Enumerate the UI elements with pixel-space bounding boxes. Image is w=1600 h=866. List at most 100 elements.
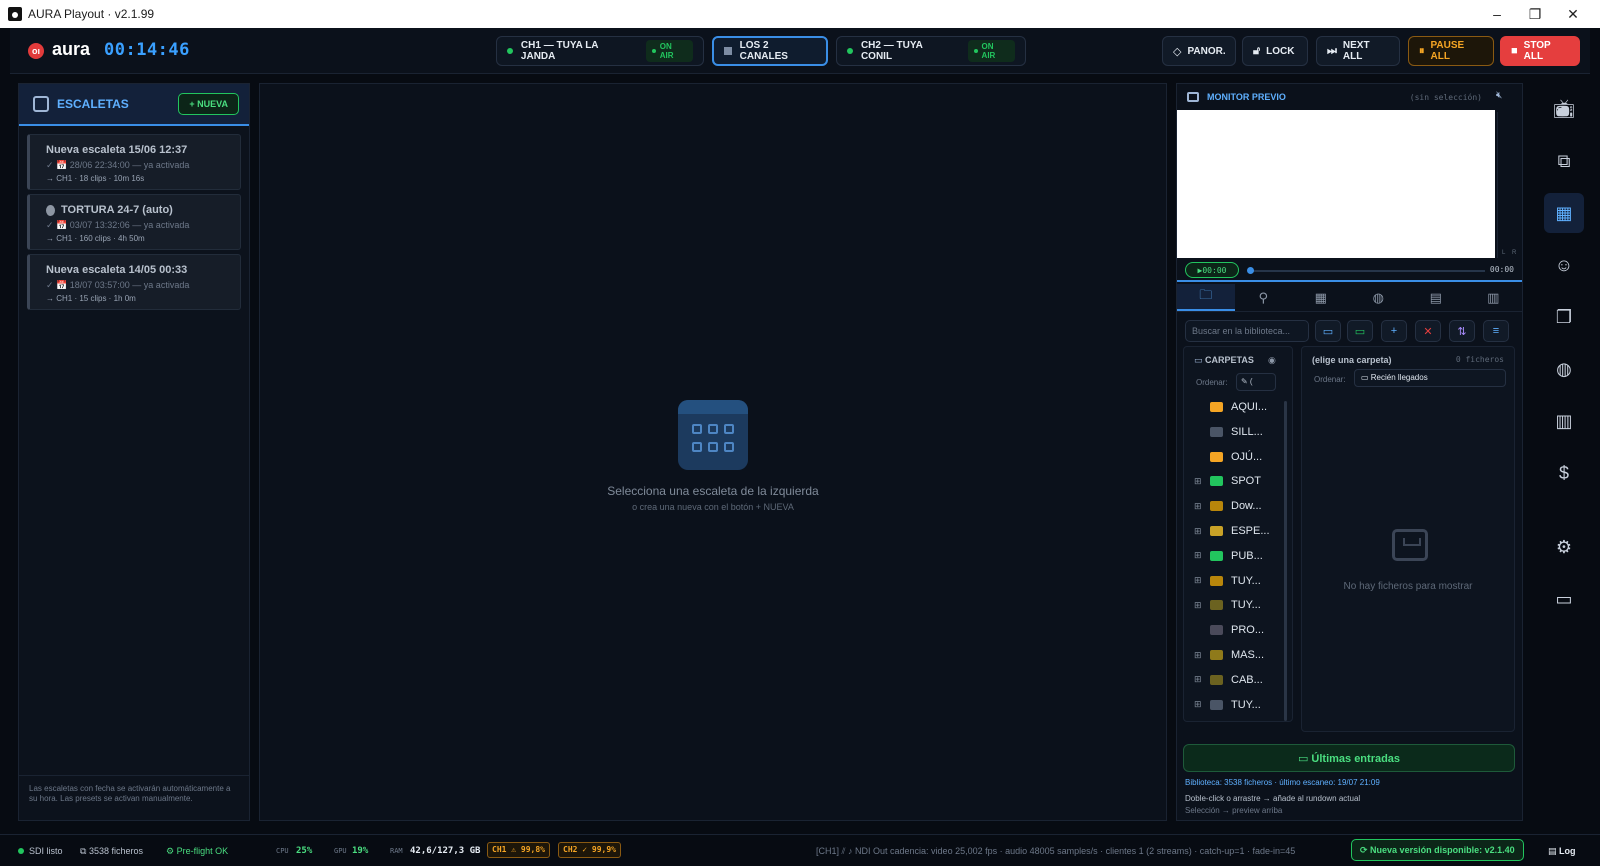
pause-all-button[interactable]: ⏸ PAUSE ALL	[1408, 36, 1494, 66]
sidebar-windows-icon[interactable]: ❐	[1544, 297, 1584, 337]
expand-icon[interactable]: ⊞	[1194, 699, 1204, 710]
folder-item[interactable]: OJÚ...	[1194, 447, 1284, 467]
escaleta-item[interactable]: Nueva escaleta 14/05 00:33 ✓ 📅 18/07 03:…	[27, 254, 241, 310]
folder-item[interactable]: ⊞ ESPE...	[1194, 521, 1284, 541]
tab-palette-icon[interactable]: ◍	[1350, 284, 1408, 311]
tab-calculator-icon[interactable]: ▤	[1407, 284, 1465, 311]
folder-name: CAB...	[1231, 673, 1263, 686]
no-files-message: No hay ficheros para mostrar	[1343, 581, 1473, 592]
sidebar-robot-icon[interactable]: ☺	[1544, 245, 1584, 285]
mute-icon[interactable]: 🔇︎	[1496, 90, 1510, 104]
sidebar-tv-icon[interactable]: 📺︎	[1544, 89, 1584, 129]
folder-item[interactable]: ⊞ PUB...	[1194, 546, 1284, 566]
sidebar-stats-icon[interactable]: ▥	[1544, 401, 1584, 441]
expand-icon[interactable]: ⊞	[1194, 674, 1204, 685]
both-channels-button[interactable]: LOS 2 CANALES	[712, 36, 828, 66]
seek-handle[interactable]	[1247, 267, 1254, 274]
gpu-label: GPU	[334, 847, 347, 855]
folder-name: AQUI...	[1231, 401, 1268, 413]
folder-item[interactable]: ⊞ SPOT	[1194, 471, 1284, 491]
tab-folders-icon[interactable]: 🗀	[1177, 284, 1235, 311]
expand-icon[interactable]: ⊞	[1194, 550, 1204, 561]
escaleta-title: Nueva escaleta 14/05 00:33	[46, 264, 188, 276]
stop-all-button[interactable]: ■ STOP ALL	[1500, 36, 1580, 66]
preview-video[interactable]	[1177, 110, 1495, 258]
calendar-icon	[33, 96, 49, 112]
library-search-input[interactable]: Buscar en la biblioteca...	[1185, 320, 1309, 342]
sidebar-calendar-icon[interactable]: ▦	[1544, 193, 1584, 233]
folder-icon	[1210, 550, 1223, 561]
expand-icon[interactable]: ⊞	[1194, 650, 1204, 661]
folder-name: PUB...	[1231, 549, 1263, 562]
escaleta-item[interactable]: Nueva escaleta 15/06 12:37 ✓ 📅 28/06 22:…	[27, 134, 241, 190]
folder-name: ESPE...	[1231, 525, 1270, 537]
window-title: AURA Playout · v2.1.99	[28, 7, 155, 21]
folder-icon	[1210, 625, 1223, 636]
tab-stats-icon[interactable]: ▥	[1465, 284, 1523, 311]
tab-grid-icon[interactable]: ▦	[1292, 284, 1350, 311]
lock-icon: 🔓︎	[1253, 44, 1261, 57]
folder-icon	[1210, 402, 1223, 412]
new-version-button[interactable]: ⟳ Nueva versión disponible: v2.1.40	[1351, 839, 1524, 861]
channel-ch1-button[interactable]: CH1 — TUYA LA JANDA ON AIR	[496, 36, 704, 66]
escaleta-item[interactable]: TORTURA 24-7 (auto) ✓ 📅 03/07 13:32:06 —…	[27, 194, 241, 250]
panorama-button[interactable]: ◇ PANOR.	[1162, 36, 1236, 66]
folder-name: TUY...	[1231, 599, 1261, 612]
folder-order-select[interactable]: ✎ (	[1236, 373, 1276, 391]
folder-item[interactable]: AQUI...	[1194, 397, 1284, 417]
folder-item[interactable]: SILL...	[1194, 422, 1284, 442]
list-icon[interactable]: ≡	[1483, 320, 1509, 342]
escaleta-schedule: ✓ 📅 18/07 03:57:00 — ya activada	[46, 280, 190, 290]
escaleta-schedule: ✓ 📅 03/07 13:32:06 — ya activada	[46, 220, 190, 230]
folder-item[interactable]: PRO...	[1194, 620, 1284, 640]
channel-ch2-button[interactable]: CH2 — TUYA CONIL ON AIR	[836, 36, 1026, 66]
folder-item[interactable]: ⊞ CAB...	[1194, 670, 1284, 690]
library-panel: MONITOR PREVIO (sin selección) 🔇︎ L R ▶0…	[1176, 83, 1523, 821]
sidebar-server-icon[interactable]: ▭	[1544, 579, 1584, 619]
sort-icon[interactable]: ⇅	[1449, 320, 1475, 342]
status-bar: SDI listo ⧉ 3538 ficheros ⚙ Pre-flight O…	[0, 834, 1600, 866]
folder-item[interactable]: ⊞ MAS...	[1194, 645, 1284, 665]
eye-icon[interactable]: ◉	[1268, 355, 1276, 366]
folder-view-icon[interactable]: ▭	[1315, 320, 1341, 342]
expand-icon[interactable]: ⊞	[1194, 575, 1204, 586]
folder-item[interactable]: ⊞ TUY...	[1194, 695, 1284, 715]
play-button[interactable]: ▶00:00	[1185, 262, 1239, 278]
sidebar-dollar-icon[interactable]: $	[1544, 453, 1584, 493]
seek-bar[interactable]	[1249, 270, 1485, 272]
expand-icon[interactable]: ⊞	[1194, 526, 1204, 537]
lock-button[interactable]: 🔓︎ LOCK	[1242, 36, 1308, 66]
preview-transport: ▶00:00 00:00	[1177, 260, 1522, 282]
expand-icon[interactable]: ⊞	[1194, 600, 1204, 611]
remove-icon[interactable]: ✕	[1415, 320, 1441, 342]
square-icon	[724, 47, 732, 55]
files-order-select[interactable]: ▭ Recién llegados	[1354, 369, 1506, 387]
cpu-value: 25%	[296, 846, 313, 856]
close-button[interactable]: ✕	[1550, 0, 1596, 28]
folder-icon	[1210, 526, 1223, 536]
escaletas-footer-note: Las escaletas con fecha se activarán aut…	[19, 775, 249, 820]
sidebar-gear-icon[interactable]: ⚙	[1544, 527, 1584, 567]
add-icon[interactable]: +	[1381, 320, 1407, 342]
folder-item[interactable]: ⊞ TUY...	[1194, 595, 1284, 615]
auto-drop-icon	[46, 204, 55, 216]
monitor-title: MONITOR PREVIO	[1207, 92, 1286, 102]
tab-satellite-icon[interactable]: ⚲	[1235, 284, 1293, 311]
pause-all-label: PAUSE ALL	[1430, 40, 1465, 62]
sidebar-screens-icon[interactable]: ⧉	[1544, 141, 1584, 181]
new-escaleta-button[interactable]: + NUEVA	[178, 93, 239, 115]
folder-item[interactable]: ⊞ TUY...	[1194, 571, 1284, 591]
folder-item[interactable]: ⊞ Dow...	[1194, 496, 1284, 516]
expand-icon[interactable]: ⊞	[1194, 476, 1204, 487]
latest-entries-button[interactable]: ▭ Últimas entradas	[1183, 744, 1515, 772]
next-all-button[interactable]: ⏭ NEXT ALL	[1316, 36, 1400, 66]
expand-icon[interactable]: ⊞	[1194, 501, 1204, 512]
preview-duration: 00:00	[1489, 265, 1514, 274]
ndi-status: [CH1] ⫽ ♪ NDI Out cadencia: video 25,002…	[816, 846, 1296, 856]
status-dot-icon	[847, 48, 853, 54]
folder-item[interactable]: ⊞COPI...	[1194, 719, 1284, 721]
folders-scrollbar[interactable]	[1284, 401, 1287, 721]
toggle-green-icon[interactable]: ▭	[1347, 320, 1373, 342]
log-button[interactable]: ▤ Log	[1548, 846, 1576, 857]
sidebar-palette-icon[interactable]: ◍	[1544, 349, 1584, 389]
